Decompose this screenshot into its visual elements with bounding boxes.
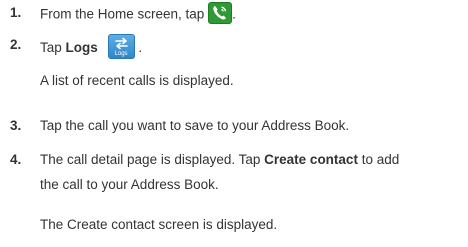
step-text-before: Tap xyxy=(40,40,62,56)
instruction-page: 1. From the Home screen, tap . 2. Tap Lo… xyxy=(0,0,468,247)
step-text: The call detail page is displayed. Tap C… xyxy=(40,151,399,168)
step-text-before: The call detail page is displayed. Tap xyxy=(40,152,261,167)
step-text: Tap Logs Logs . xyxy=(40,34,143,61)
step-number: 1. xyxy=(10,5,22,20)
step-text-after: to add xyxy=(361,152,400,167)
step-text-after: . xyxy=(232,6,236,22)
step-text-before: From the Home screen, tap xyxy=(40,6,205,22)
logs-icon: Logs xyxy=(107,34,135,59)
step-number: 4. xyxy=(10,152,22,167)
step-2-note: A list of recent calls is displayed. xyxy=(40,73,234,88)
step-text-after: . xyxy=(138,40,143,56)
phone-icon xyxy=(208,2,233,24)
step-number: 2. xyxy=(10,37,22,52)
logs-label: Logs xyxy=(65,40,98,56)
step-4-note: The Create contact screen is displayed. xyxy=(40,217,278,232)
step-number: 3. xyxy=(10,118,22,133)
step-4-line-2: the call to your Address Book. xyxy=(40,177,219,192)
step-text: Tap the call you want to save to your Ad… xyxy=(40,118,350,133)
step-text: From the Home screen, tap . xyxy=(40,2,236,26)
logs-icon-caption: Logs xyxy=(114,51,128,57)
create-contact-label: Create contact xyxy=(264,152,358,167)
